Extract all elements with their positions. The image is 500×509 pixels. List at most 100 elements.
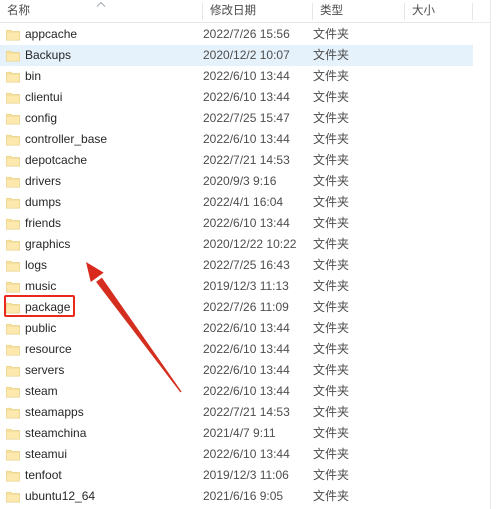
column-header-type-label: 类型 xyxy=(320,5,343,17)
row-cell-size xyxy=(405,45,467,66)
row-cell-size xyxy=(405,465,467,486)
row-cell-type: 文件夹 xyxy=(313,153,350,167)
column-header-row: 名称 修改日期 类型 大小 xyxy=(0,0,473,23)
row-cell-type: 文件夹 xyxy=(313,132,350,146)
file-list-row[interactable]: music 2019/12/3 11:13 文件夹 xyxy=(0,276,473,297)
file-list-row[interactable]: servers 2022/6/10 13:44 文件夹 xyxy=(0,360,473,381)
row-cell-date: 2022/7/25 15:47 xyxy=(203,111,290,125)
row-cell-size xyxy=(405,444,467,465)
file-list-row[interactable]: logs 2022/7/25 16:43 文件夹 xyxy=(0,255,473,276)
file-list-row[interactable]: public 2022/6/10 13:44 文件夹 xyxy=(0,318,473,339)
row-cell-name: friends xyxy=(25,216,62,230)
file-list-body: appcache 2022/7/26 15:56 文件夹 Backups 2020/12… xyxy=(0,24,473,509)
row-cell-size xyxy=(405,255,467,276)
row-cell-type: 文件夹 xyxy=(313,300,350,314)
row-cell-size xyxy=(405,234,467,255)
row-cell-type: 文件夹 xyxy=(313,111,350,125)
row-cell-type: 文件夹 xyxy=(313,489,350,503)
file-list-row[interactable]: clientui 2022/6/10 13:44 文件夹 xyxy=(0,87,473,108)
row-cell-size xyxy=(405,402,467,423)
column-header-size-label: 大小 xyxy=(412,5,435,17)
column-header-date[interactable]: 修改日期 xyxy=(203,0,313,22)
file-list-row[interactable]: graphics 2020/12/22 10:22 文件夹 xyxy=(0,234,473,255)
file-list-row[interactable]: bin 2022/6/10 13:44 文件夹 xyxy=(0,66,473,87)
row-cell-size xyxy=(405,87,467,108)
column-divider-3[interactable] xyxy=(404,3,405,20)
row-cell-type: 文件夹 xyxy=(313,405,350,419)
row-cell-type: 文件夹 xyxy=(313,90,350,104)
row-cell-size xyxy=(405,318,467,339)
row-cell-name: servers xyxy=(25,363,65,377)
file-list-row[interactable]: steamapps 2022/7/21 14:53 文件夹 xyxy=(0,402,473,423)
row-cell-date: 2021/6/16 9:05 xyxy=(203,489,284,503)
row-cell-size xyxy=(405,486,467,507)
row-cell-date: 2019/12/3 11:13 xyxy=(203,279,289,293)
row-cell-date: 2022/7/26 15:56 xyxy=(203,27,290,41)
row-cell-name: steam xyxy=(25,384,58,398)
column-header-type[interactable]: 类型 xyxy=(313,0,405,22)
column-header-size[interactable]: 大小 xyxy=(405,0,473,22)
row-cell-date: 2022/6/10 13:44 xyxy=(203,342,290,356)
row-cell-name: music xyxy=(25,279,57,293)
row-cell-size xyxy=(405,129,467,150)
row-cell-type: 文件夹 xyxy=(313,216,350,230)
row-cell-size xyxy=(405,339,467,360)
row-cell-date: 2022/4/1 16:04 xyxy=(203,195,284,209)
row-cell-size xyxy=(405,150,467,171)
column-divider-1[interactable] xyxy=(202,3,203,20)
row-cell-date: 2022/6/10 13:44 xyxy=(203,216,290,230)
file-list-row[interactable]: resource 2022/6/10 13:44 文件夹 xyxy=(0,339,473,360)
row-cell-date: 2022/6/10 13:44 xyxy=(203,90,290,104)
column-header-right-filler xyxy=(473,0,490,23)
row-cell-type: 文件夹 xyxy=(313,48,350,62)
row-cell-type: 文件夹 xyxy=(313,279,350,293)
row-cell-name: resource xyxy=(25,342,72,356)
file-list-row[interactable]: depotcache 2022/7/21 14:53 文件夹 xyxy=(0,150,473,171)
file-list-row[interactable]: steamui 2022/6/10 13:44 文件夹 xyxy=(0,444,473,465)
row-cell-type: 文件夹 xyxy=(313,384,350,398)
row-cell-size xyxy=(405,66,467,87)
row-cell-date: 2022/6/10 13:44 xyxy=(203,321,290,335)
row-cell-name: depotcache xyxy=(25,153,88,167)
file-list-row[interactable]: Backups 2020/12/2 10:07 文件夹 xyxy=(0,45,473,66)
row-cell-type: 文件夹 xyxy=(313,447,350,461)
row-cell-type: 文件夹 xyxy=(313,426,350,440)
file-list-row[interactable]: steam 2022/6/10 13:44 文件夹 xyxy=(0,381,473,402)
row-cell-type: 文件夹 xyxy=(313,363,350,377)
row-cell-name: config xyxy=(25,111,58,125)
file-list-row[interactable]: appcache 2022/7/26 15:56 文件夹 xyxy=(0,24,473,45)
column-header-date-label: 修改日期 xyxy=(210,5,256,17)
file-list-row[interactable]: controller_base 2022/6/10 13:44 文件夹 xyxy=(0,129,473,150)
file-list-row[interactable]: drivers 2020/9/3 9:16 文件夹 xyxy=(0,171,473,192)
file-list-row[interactable]: dumps 2022/4/1 16:04 文件夹 xyxy=(0,192,473,213)
row-cell-size xyxy=(405,24,467,45)
file-list-row[interactable]: steamchina 2021/4/7 9:11 文件夹 xyxy=(0,423,473,444)
file-list-row[interactable]: config 2022/7/25 15:47 文件夹 xyxy=(0,108,473,129)
row-cell-name: dumps xyxy=(25,195,62,209)
row-cell-type: 文件夹 xyxy=(313,237,350,251)
row-cell-date: 2022/7/21 14:53 xyxy=(203,405,290,419)
row-cell-name: clientui xyxy=(25,90,63,104)
file-list-row[interactable]: tenfoot 2019/12/3 11:06 文件夹 xyxy=(0,465,473,486)
row-cell-type: 文件夹 xyxy=(313,468,350,482)
row-cell-size xyxy=(405,423,467,444)
row-cell-name: tenfoot xyxy=(25,468,62,482)
row-cell-date: 2022/6/10 13:44 xyxy=(203,69,290,83)
row-cell-date: 2020/12/2 10:07 xyxy=(203,48,290,62)
row-cell-size xyxy=(405,108,467,129)
file-list-row[interactable]: package 2022/7/26 11:09 文件夹 xyxy=(0,297,473,318)
row-cell-type: 文件夹 xyxy=(313,321,350,335)
row-cell-size xyxy=(405,360,467,381)
row-cell-name: appcache xyxy=(25,27,78,41)
row-cell-name: logs xyxy=(25,258,48,272)
row-cell-size xyxy=(405,276,467,297)
row-cell-date: 2020/9/3 9:16 xyxy=(203,174,277,188)
row-cell-type: 文件夹 xyxy=(313,69,350,83)
row-cell-size xyxy=(405,192,467,213)
file-list-row[interactable]: ubuntu12_64 2021/6/16 9:05 文件夹 xyxy=(0,486,473,507)
row-cell-type: 文件夹 xyxy=(313,27,350,41)
column-divider-2[interactable] xyxy=(312,3,313,20)
file-list-row[interactable]: friends 2022/6/10 13:44 文件夹 xyxy=(0,213,473,234)
row-cell-size xyxy=(405,171,467,192)
column-header-name-label: 名称 xyxy=(7,5,30,17)
